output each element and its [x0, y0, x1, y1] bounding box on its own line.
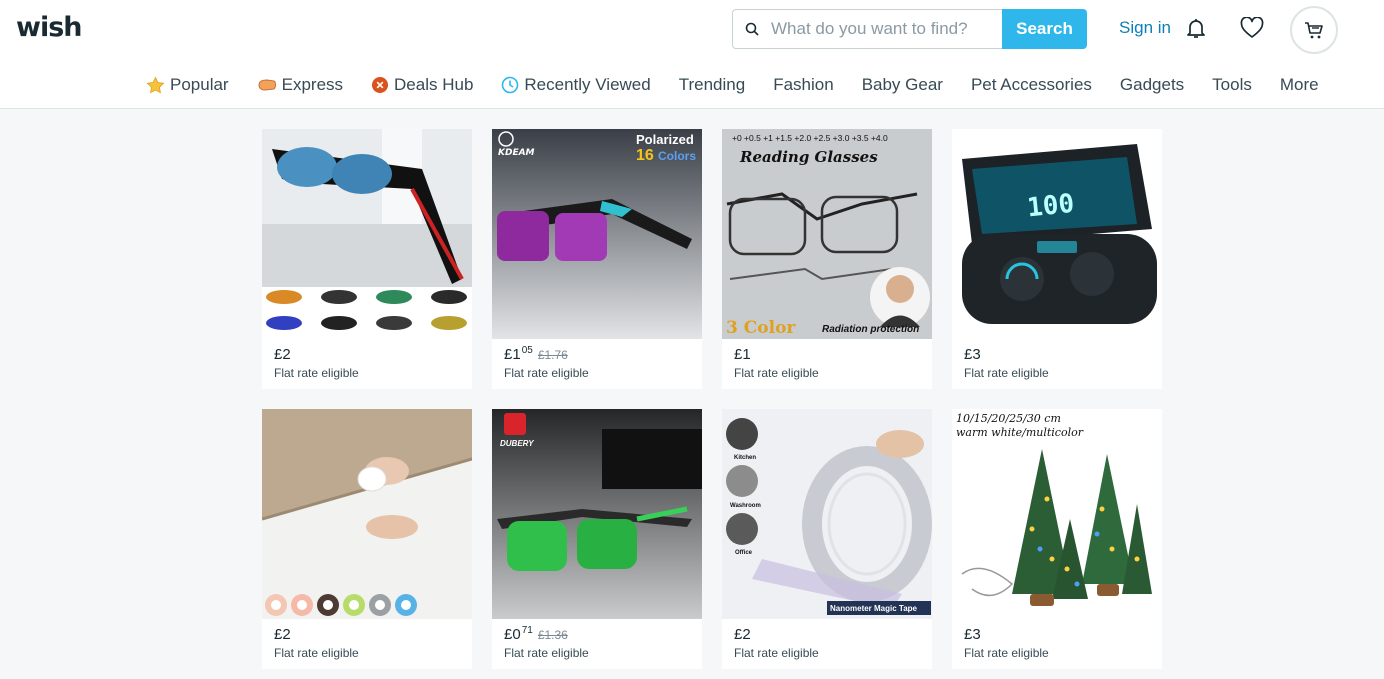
- product-image-polarized-sunglasses[interactable]: KDEAM Polarized 16 Colors: [492, 129, 702, 339]
- flat-rate-label: Flat rate eligible: [964, 646, 1049, 660]
- product-image-sealing-tape[interactable]: [262, 409, 472, 619]
- header: wish Search Sign in Popular Express Deal…: [0, 0, 1384, 109]
- nav-more[interactable]: More: [1280, 75, 1319, 95]
- product-price: £3: [964, 346, 981, 363]
- svg-text:KDEAM: KDEAM: [498, 148, 535, 158]
- product-card[interactable]: £2 Flat rate eligible: [262, 129, 472, 389]
- deals-icon: [371, 76, 389, 94]
- nav-label: Recently Viewed: [524, 75, 651, 94]
- product-image-green-sunglasses[interactable]: DUBERY: [492, 409, 702, 619]
- search-icon: [745, 22, 759, 36]
- sign-in-link[interactable]: Sign in: [1119, 18, 1171, 38]
- overlay-text: Radiation protection: [822, 324, 919, 335]
- overlay-text: 10/15/20/25/30 cm: [956, 412, 1061, 425]
- overlay-text: +0 +0.5 +1 +1.5 +2.0 +2.5 +3.0 +3.5 +4.0: [732, 133, 888, 143]
- wishlist-heart-icon[interactable]: [1240, 16, 1264, 44]
- overlay-text: Nanometer Magic Tape: [830, 604, 918, 613]
- flat-rate-label: Flat rate eligible: [964, 366, 1049, 380]
- product-card[interactable]: 10/15/20/25/30 cm warm white/multicolor …: [952, 409, 1162, 669]
- product-image-sport-sunglasses[interactable]: [262, 129, 472, 339]
- nav-express[interactable]: Express: [257, 75, 343, 95]
- product-card[interactable]: +0 +0.5 +1 +1.5 +2.0 +2.5 +3.0 +3.5 +4.0…: [722, 129, 932, 389]
- star-icon: [146, 76, 165, 95]
- flat-rate-label: Flat rate eligible: [734, 366, 819, 380]
- product-card[interactable]: £2 Flat rate eligible: [262, 409, 472, 669]
- overlay-text: Washroom: [730, 503, 761, 509]
- flat-rate-label: Flat rate eligible: [504, 646, 589, 660]
- overlay-text: DUBERY: [500, 439, 534, 448]
- product-price: £1: [734, 346, 751, 363]
- product-card[interactable]: KDEAM Polarized 16 Colors £1 05 £1.76 Flat…: [492, 129, 702, 389]
- nav-deals-hub[interactable]: Deals Hub: [371, 75, 473, 95]
- nav-recently-viewed[interactable]: Recently Viewed: [501, 75, 651, 95]
- nav-baby-gear[interactable]: Baby Gear: [862, 75, 943, 95]
- express-icon: [257, 77, 277, 93]
- product-image-christmas-trees[interactable]: 10/15/20/25/30 cm warm white/multicolor: [952, 409, 1162, 619]
- product-price: £1 05 £1.76: [504, 345, 568, 363]
- nav-label: Express: [281, 75, 344, 94]
- product-price: £3: [964, 626, 981, 643]
- flat-rate-label: Flat rate eligible: [274, 366, 359, 380]
- nav-trending[interactable]: Trending: [679, 75, 745, 95]
- overlay-text: Office: [735, 550, 753, 556]
- product-price: £2: [274, 626, 291, 643]
- overlay-text: Polarized: [636, 132, 694, 147]
- nav-gadgets[interactable]: Gadgets: [1120, 75, 1184, 95]
- search-field[interactable]: [732, 9, 1002, 49]
- flat-rate-label: Flat rate eligible: [274, 646, 359, 660]
- cart-button[interactable]: [1290, 6, 1338, 54]
- notifications-bell-icon[interactable]: [1184, 16, 1208, 45]
- wish-logo[interactable]: wish: [16, 12, 82, 43]
- overlay-text: Reading Glasses: [739, 148, 878, 166]
- nav-tools[interactable]: Tools: [1212, 75, 1252, 95]
- nav-pet-accessories[interactable]: Pet Accessories: [971, 75, 1092, 95]
- overlay-text: Kitchen: [734, 455, 756, 461]
- nav-label: Popular: [170, 75, 229, 94]
- overlay-text: 16: [636, 147, 654, 164]
- overlay-text: 3 Color: [726, 318, 796, 338]
- cart-icon: [1305, 22, 1323, 39]
- search-input[interactable]: [771, 19, 991, 39]
- product-price: £2: [734, 626, 751, 643]
- product-image-wireless-earbuds[interactable]: 100: [952, 129, 1162, 339]
- original-price: £1.76: [537, 348, 568, 362]
- flat-rate-label: Flat rate eligible: [504, 366, 589, 380]
- clock-icon: [501, 76, 519, 94]
- product-image-nano-tape[interactable]: Kitchen Washroom Office Nanometer Magic …: [722, 409, 932, 619]
- category-nav: Popular Express Deals Hub Recently Viewe…: [146, 72, 1347, 98]
- original-price: £1.36: [537, 628, 568, 642]
- product-card[interactable]: Kitchen Washroom Office Nanometer Magic …: [722, 409, 932, 669]
- product-card[interactable]: DUBERY £0 71 £1.36 Flat rate eligible: [492, 409, 702, 669]
- flat-rate-label: Flat rate eligible: [734, 646, 819, 660]
- product-price: £0 71 £1.36: [504, 625, 568, 643]
- nav-label: Deals Hub: [394, 75, 474, 94]
- product-card[interactable]: 100 £3 Flat rate eligible: [952, 129, 1162, 389]
- product-price: £2: [274, 346, 291, 363]
- svg-text:100: 100: [1026, 189, 1076, 224]
- search-bar: Search: [732, 9, 1087, 49]
- overlay-text: Colors: [658, 149, 696, 163]
- nav-fashion[interactable]: Fashion: [773, 75, 833, 95]
- product-image-reading-glasses[interactable]: +0 +0.5 +1 +1.5 +2.0 +2.5 +3.0 +3.5 +4.0…: [722, 129, 932, 339]
- nav-popular[interactable]: Popular: [146, 75, 229, 95]
- overlay-text: warm white/multicolor: [956, 426, 1084, 439]
- search-button[interactable]: Search: [1002, 9, 1087, 49]
